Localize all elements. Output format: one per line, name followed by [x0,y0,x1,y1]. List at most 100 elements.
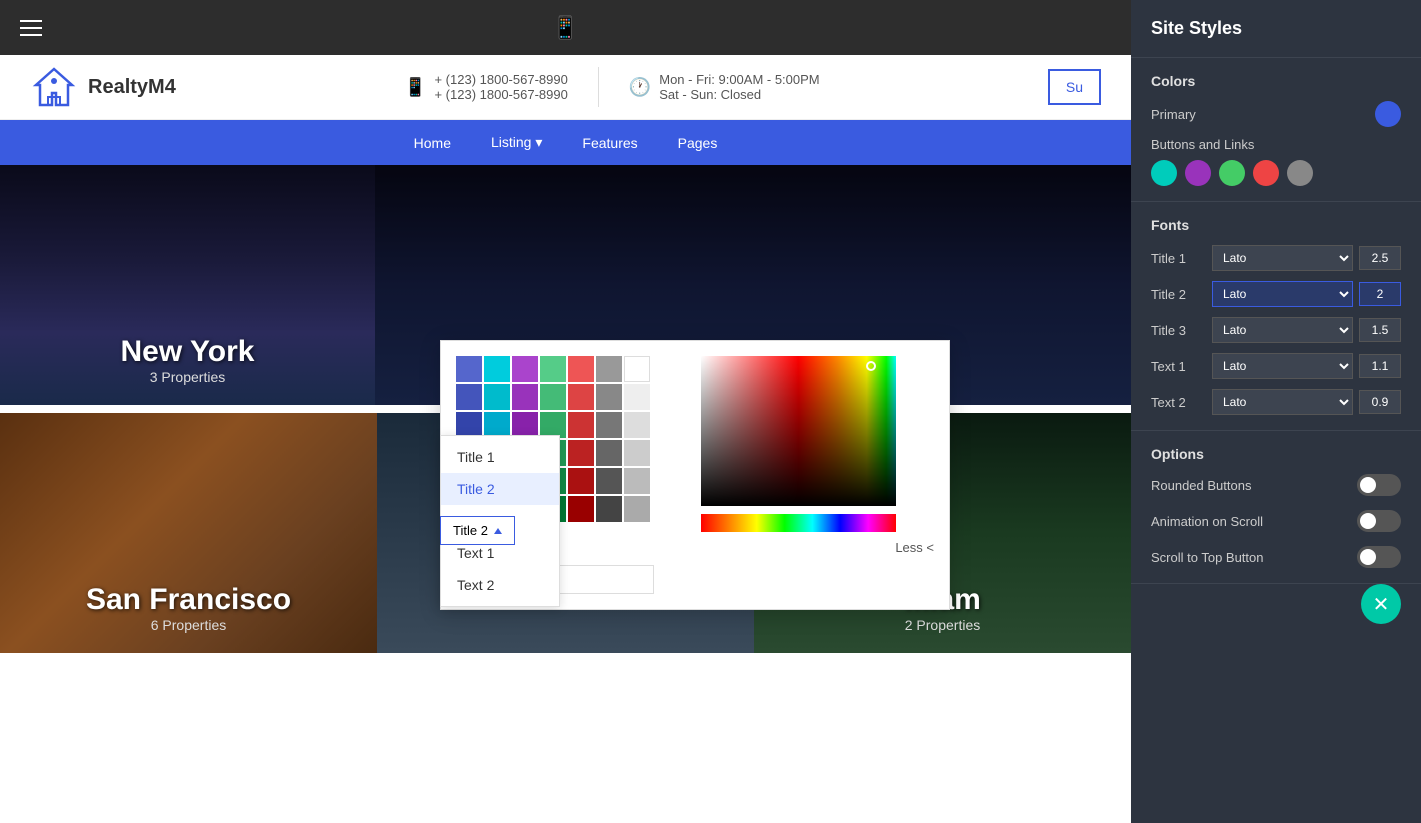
panel-title: Site Styles [1131,0,1421,58]
swatch-purple2[interactable] [512,384,538,410]
hours-contact: 🕐 Mon - Fri: 9:00AM - 5:00PM Sat - Sun: … [629,72,820,102]
swatch-red2[interactable] [568,384,594,410]
colors-section-title: Colors [1151,73,1401,89]
city-props-sf: 6 Properties [86,617,291,633]
fonts-section-title: Fonts [1151,217,1401,233]
toggle-rounded-buttons[interactable] [1357,474,1401,496]
swatch-blue2[interactable] [456,384,482,410]
font-type-selected-badge[interactable]: Title 2 [440,516,515,545]
font-select-title2[interactable]: Lato [1212,281,1353,307]
color-circle-teal[interactable] [1151,160,1177,186]
color-circles-row [1151,160,1401,186]
header-contact: 📱 + (123) 1800-567-8990 + (123) 1800-567… [404,67,820,107]
phone2: + (123) 1800-567-8990 [434,87,567,102]
site-name: RealtyM4 [88,76,176,99]
main-area: 📱 RealtyM4 📱 + (123) 1800-567-8990 + (12… [0,0,1131,823]
swatch-white[interactable] [624,356,650,382]
toggle-scroll-top[interactable] [1357,546,1401,568]
color-circle-red[interactable] [1253,160,1279,186]
clock-icon: 🕐 [629,77,651,98]
swatch-light3[interactable] [624,412,650,438]
swatch-gray2[interactable] [596,384,622,410]
header-button[interactable]: Su [1048,69,1101,105]
font-label-title1: Title 1 [1151,251,1206,266]
right-panel: Site Styles Colors Primary Buttons and L… [1131,0,1421,823]
font-select-title1[interactable]: Lato [1212,245,1353,271]
swatch-row-2 [456,384,686,410]
website-preview: RealtyM4 📱 + (123) 1800-567-8990 + (123)… [0,55,1131,823]
swatch-gray1[interactable] [596,356,622,382]
swatch-light5[interactable] [624,468,650,494]
site-header: RealtyM4 📱 + (123) 1800-567-8990 + (123)… [0,55,1131,120]
primary-label: Primary [1151,107,1196,122]
option-scroll-top: Scroll to Top Button [1151,546,1401,568]
font-row-title2: Title 2 Lato [1151,281,1401,307]
font-type-title2[interactable]: Title 2 [441,473,559,505]
colors-section: Colors Primary Buttons and Links [1131,58,1421,202]
city-props-miami: 2 Properties [904,617,981,633]
font-select-title3[interactable]: Lato [1212,317,1353,343]
hours2: Sat - Sun: Closed [659,87,819,102]
less-button[interactable]: Less < [701,540,934,555]
swatch-light4[interactable] [624,440,650,466]
swatch-red1[interactable] [568,356,594,382]
font-size-title3[interactable] [1359,318,1401,342]
city-name-ny: New York [121,335,255,369]
swatch-red6[interactable] [568,496,594,522]
mobile-preview-icon[interactable]: 📱 [552,15,579,41]
font-size-title2[interactable] [1359,282,1401,306]
city-name-sf: San Francisco [86,583,291,617]
phone1: + (123) 1800-567-8990 [434,72,567,87]
hamburger-menu[interactable] [20,20,42,36]
nav-listing[interactable]: Listing ▾ [491,134,542,151]
font-row-title1: Title 1 Lato [1151,245,1401,271]
swatch-red4[interactable] [568,440,594,466]
swatch-green1[interactable] [540,356,566,382]
property-card-sf[interactable]: San Francisco 6 Properties [0,413,377,653]
swatch-cyan2[interactable] [484,384,510,410]
font-size-text1[interactable] [1359,354,1401,378]
swatch-gray4[interactable] [596,440,622,466]
option-label-animation: Animation on Scroll [1151,514,1263,529]
swatch-gray6[interactable] [596,496,622,522]
font-row-text2: Text 2 Lato [1151,389,1401,415]
swatch-white2[interactable] [624,384,650,410]
gradient-canvas[interactable] [701,356,896,506]
nav-home[interactable]: Home [414,135,451,151]
swatch-red3[interactable] [568,412,594,438]
color-circle-green[interactable] [1219,160,1245,186]
primary-color-dot[interactable] [1375,101,1401,127]
font-size-text2[interactable] [1359,390,1401,414]
color-circle-purple[interactable] [1185,160,1211,186]
site-logo: RealtyM4 [30,63,176,111]
swatch-red5[interactable] [568,468,594,494]
color-circle-gray[interactable] [1287,160,1313,186]
property-card-newyork[interactable]: New York 3 Properties [0,165,375,405]
top-toolbar: 📱 [0,0,1131,55]
close-fab-button[interactable]: ✕ [1361,584,1401,624]
font-label-text1: Text 1 [1151,359,1206,374]
font-select-text2[interactable]: Lato [1212,389,1353,415]
hue-spectrum[interactable] [701,514,896,532]
swatch-cyan1[interactable] [484,356,510,382]
swatch-light6[interactable] [624,496,650,522]
nav-features[interactable]: Features [582,135,637,151]
font-label-text2: Text 2 [1151,395,1206,410]
font-type-title1[interactable]: Title 1 [441,441,559,473]
buttons-links-row: Buttons and Links [1151,137,1401,186]
swatch-purple1[interactable] [512,356,538,382]
toggle-animation-scroll[interactable] [1357,510,1401,532]
font-type-text2[interactable]: Text 2 [441,569,559,601]
triangle-up-icon [494,528,502,534]
font-size-title1[interactable] [1359,246,1401,270]
swatch-blue1[interactable] [456,356,482,382]
swatch-gray3[interactable] [596,412,622,438]
swatch-gray5[interactable] [596,468,622,494]
font-select-text1[interactable]: Lato [1212,353,1353,379]
nav-pages[interactable]: Pages [678,135,718,151]
toggle-knob-animation [1360,513,1376,529]
gradient-circle-handle[interactable] [866,361,876,371]
selected-font-label: Title 2 [453,523,488,538]
swatch-green2[interactable] [540,384,566,410]
city-props-ny: 3 Properties [121,369,255,385]
